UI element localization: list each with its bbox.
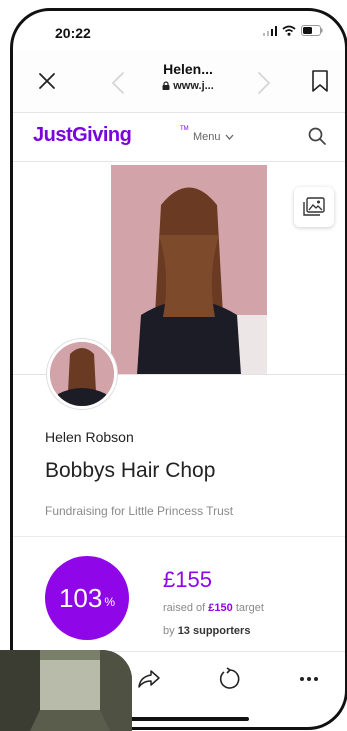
home-indicator[interactable] — [125, 717, 249, 721]
progress-percent: 103 — [58, 582, 103, 613]
target-text: target — [235, 602, 264, 614]
image-gallery-icon — [303, 197, 325, 216]
bookmark-icon[interactable] — [311, 69, 329, 93]
cause-text[interactable]: Fundraising for Little Princess Trust — [45, 504, 233, 518]
avatar[interactable] — [47, 339, 117, 409]
chevron-down-icon — [225, 134, 234, 140]
amount-raised: £155 — [163, 567, 212, 592]
background-photo — [0, 650, 132, 731]
raised-of-text: raised of — [163, 602, 206, 614]
menu-button[interactable]: Menu — [193, 131, 234, 143]
status-icons — [263, 25, 323, 36]
section-divider — [13, 536, 345, 537]
justgiving-logo[interactable]: JustGiving — [33, 124, 132, 147]
battery-icon — [301, 25, 323, 36]
status-bar: 20:22 — [13, 11, 345, 51]
progress-circle: 103 % — [45, 556, 129, 640]
more-icon[interactable] — [297, 667, 321, 691]
browser-url-text: www.j... — [173, 80, 214, 92]
share-icon[interactable] — [137, 667, 161, 691]
browser-toolbar: Helen... www.j... — [13, 51, 345, 113]
phone-frame: 20:22 Helen... www.j... JustGiving TM Me… — [10, 8, 347, 730]
gallery-button[interactable] — [294, 187, 334, 227]
browser-url[interactable]: www.j... — [133, 80, 243, 92]
target-amount: £150 — [208, 602, 233, 614]
menu-label: Menu — [193, 131, 221, 143]
close-icon[interactable] — [35, 69, 59, 93]
chevron-left-icon[interactable] — [111, 71, 125, 95]
progress-percent-sign: % — [104, 595, 116, 609]
wifi-icon — [282, 25, 296, 36]
hero-photo — [111, 165, 267, 375]
site-header: JustGiving TM Menu — [13, 114, 345, 162]
chevron-right-icon[interactable] — [257, 71, 271, 95]
supporters-line: by 13 supporters — [163, 625, 250, 637]
search-icon[interactable] — [307, 126, 327, 146]
signal-icon — [263, 25, 277, 36]
by-text: by — [163, 625, 175, 637]
trademark-mark: TM — [180, 126, 189, 132]
status-time: 20:22 — [55, 25, 91, 41]
page-title: Bobbys Hair Chop — [45, 459, 216, 482]
reload-icon[interactable] — [217, 667, 241, 691]
supporters-count[interactable]: 13 supporters — [178, 625, 251, 637]
page-owner: Helen Robson — [45, 429, 134, 445]
target-line: raised of £150 target — [163, 602, 264, 614]
lock-icon — [162, 81, 170, 90]
browser-page-title: Helen... — [163, 61, 213, 77]
